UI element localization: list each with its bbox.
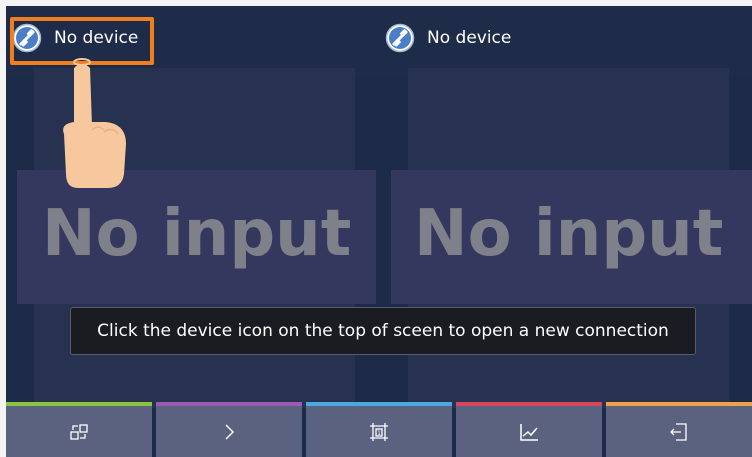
bottom-toolbar: 1 xyxy=(6,402,752,457)
tab-next[interactable] xyxy=(156,402,302,457)
exit-icon xyxy=(670,422,687,441)
tab-frame[interactable]: 1 xyxy=(306,402,452,457)
tab-chart[interactable] xyxy=(456,402,602,457)
pointing-hand-icon xyxy=(63,58,126,188)
right-device-button[interactable]: No device xyxy=(385,22,511,54)
transfer-icon xyxy=(70,423,88,440)
frame-one-icon: 1 xyxy=(370,422,388,441)
right-panel-status: No input xyxy=(414,197,724,271)
chevron-right-icon xyxy=(225,423,235,440)
hint-tooltip: Click the device icon on the top of scee… xyxy=(70,307,696,355)
chart-icon xyxy=(520,423,538,441)
right-device-label: No device xyxy=(427,28,512,48)
app-screen: No device No device No input No input Cl… xyxy=(6,6,752,457)
tab-exit[interactable] xyxy=(606,402,752,457)
device-disconnected-icon[interactable] xyxy=(385,23,415,53)
svg-text:1: 1 xyxy=(377,430,381,437)
left-panel-status: No input xyxy=(42,197,352,271)
tab-transfer[interactable] xyxy=(6,402,152,457)
